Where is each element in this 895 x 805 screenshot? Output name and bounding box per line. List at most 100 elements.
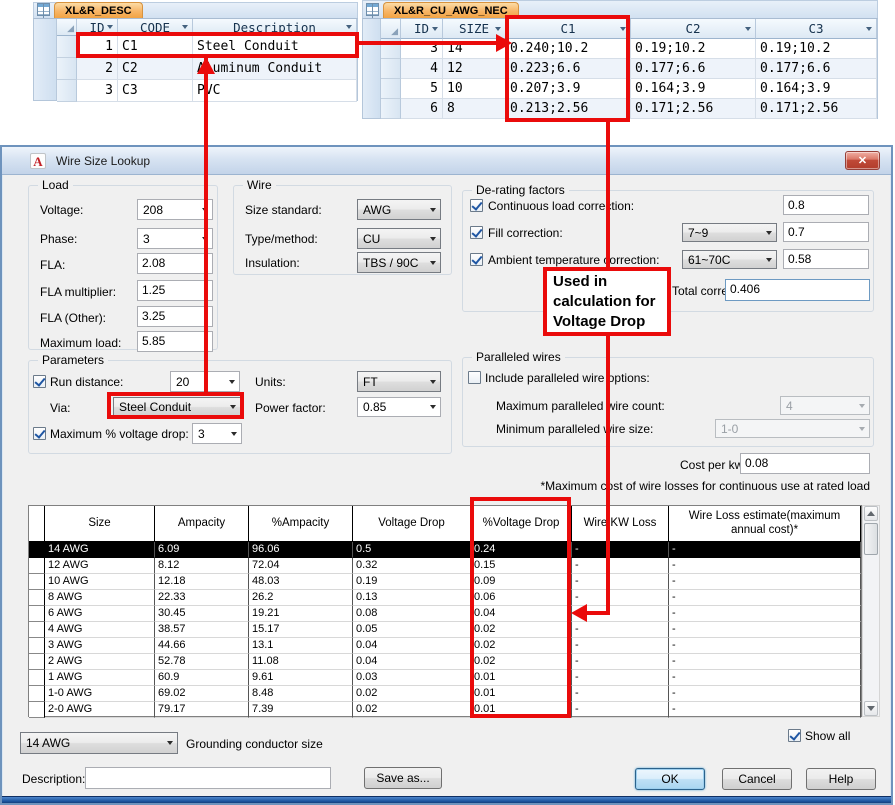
table-row[interactable]: 14 AWG 6.09 96.06 0.5 0.24- - bbox=[29, 542, 861, 558]
select-all-corner[interactable]: ◢ bbox=[57, 19, 77, 36]
cell[interactable]: 0.164;3.9 bbox=[756, 79, 877, 99]
record-selector[interactable] bbox=[381, 59, 401, 79]
continuous-load-field[interactable]: 0.8 bbox=[783, 195, 869, 215]
filter-dropdown-icon[interactable] bbox=[866, 26, 872, 31]
filter-dropdown-icon[interactable] bbox=[107, 25, 113, 29]
column-header-id[interactable]: ID bbox=[401, 19, 443, 39]
help-button[interactable]: Help bbox=[806, 768, 876, 790]
fla-field[interactable]: 2.08 bbox=[137, 253, 213, 274]
chevron-down-icon[interactable] bbox=[761, 224, 776, 241]
cell[interactable]: 3 bbox=[77, 80, 118, 102]
run-distance-checkbox[interactable] bbox=[33, 375, 46, 388]
description-field[interactable] bbox=[85, 767, 331, 789]
cell[interactable]: PVC bbox=[193, 80, 357, 102]
max-voltage-drop-checkbox[interactable] bbox=[33, 427, 46, 440]
row-selector[interactable] bbox=[29, 558, 45, 574]
row-selector[interactable] bbox=[29, 574, 45, 590]
cell[interactable]: 4 bbox=[401, 59, 443, 79]
grid-scrollbar[interactable] bbox=[862, 505, 880, 717]
table-row[interactable]: 1 AWG 60.9 9.61 0.03 0.01- - bbox=[29, 670, 861, 686]
table-row[interactable]: 6 AWG 30.45 19.21 0.08 0.04- - bbox=[29, 606, 861, 622]
filter-dropdown-icon[interactable] bbox=[182, 25, 188, 29]
filter-dropdown-icon[interactable] bbox=[495, 26, 501, 31]
column-header-c2[interactable]: C2 bbox=[631, 19, 756, 39]
cell[interactable]: 0.164;3.9 bbox=[631, 79, 756, 99]
row-selector[interactable] bbox=[29, 670, 45, 686]
total-correction-field[interactable]: 0.406 bbox=[725, 279, 870, 301]
cell[interactable]: 0.177;6.6 bbox=[756, 59, 877, 79]
cell[interactable]: 8 bbox=[443, 99, 506, 119]
row-selector[interactable] bbox=[29, 686, 45, 702]
table-row[interactable]: 10 AWG 12.18 48.03 0.19 0.09- - bbox=[29, 574, 861, 590]
cell[interactable]: 0.19;10.2 bbox=[631, 39, 756, 59]
cell[interactable]: Aluminum Conduit bbox=[193, 58, 357, 80]
row-selector[interactable] bbox=[29, 542, 45, 558]
close-icon[interactable]: ✕ bbox=[845, 151, 880, 170]
chevron-down-icon[interactable] bbox=[425, 372, 440, 391]
cell[interactable]: 0.171;2.56 bbox=[756, 99, 877, 119]
chevron-down-icon[interactable] bbox=[761, 251, 776, 268]
row-selector[interactable] bbox=[29, 590, 45, 606]
save-as-button[interactable]: Save as... bbox=[364, 767, 442, 789]
fill-range-combo[interactable]: 7~9 bbox=[682, 223, 777, 242]
tab-xlr-desc[interactable]: XL&R_DESC bbox=[54, 2, 143, 18]
size-standard-combo[interactable]: AWG bbox=[357, 199, 441, 220]
cell[interactable]: 6 bbox=[401, 99, 443, 119]
filter-dropdown-icon[interactable] bbox=[745, 26, 751, 31]
cell[interactable]: 0.171;2.56 bbox=[631, 99, 756, 119]
cell[interactable]: 2 bbox=[77, 58, 118, 80]
maximum-load-field[interactable]: 5.85 bbox=[137, 331, 213, 352]
table-row[interactable]: 2 AWG 52.78 11.08 0.04 0.02- - bbox=[29, 654, 861, 670]
ambient-temp-field[interactable]: 0.58 bbox=[783, 249, 869, 269]
cancel-button[interactable]: Cancel bbox=[722, 768, 792, 790]
chevron-down-icon[interactable] bbox=[425, 253, 440, 272]
chevron-down-icon[interactable] bbox=[425, 229, 440, 248]
max-voltage-drop-combo[interactable]: 3 bbox=[192, 423, 242, 444]
fla-other-field[interactable]: 3.25 bbox=[137, 306, 213, 327]
record-selector[interactable] bbox=[57, 36, 77, 58]
table-row[interactable]: 8 AWG 22.33 26.2 0.13 0.06- - bbox=[29, 590, 861, 606]
insulation-combo[interactable]: TBS / 90C bbox=[357, 252, 441, 273]
row-selector[interactable] bbox=[29, 638, 45, 654]
record-selector[interactable] bbox=[381, 99, 401, 119]
row-selector[interactable] bbox=[29, 622, 45, 638]
column-header-c3[interactable]: C3 bbox=[756, 19, 877, 39]
cell[interactable]: 0.19;10.2 bbox=[756, 39, 877, 59]
voltage-combo[interactable]: 208 bbox=[137, 199, 213, 220]
cell[interactable]: C2 bbox=[118, 58, 193, 80]
table-row[interactable]: 4 AWG 38.57 15.17 0.05 0.02- - bbox=[29, 622, 861, 638]
filter-dropdown-icon[interactable] bbox=[432, 26, 438, 31]
ok-button[interactable]: OK bbox=[635, 768, 705, 790]
chevron-down-icon[interactable] bbox=[162, 733, 177, 753]
table-row[interactable]: 1-0 AWG 69.02 8.48 0.02 0.01- - bbox=[29, 686, 861, 702]
scroll-up-icon[interactable] bbox=[864, 506, 878, 521]
select-all-corner[interactable]: ◢ bbox=[381, 19, 401, 39]
chevron-down-icon[interactable] bbox=[425, 398, 440, 416]
fill-correction-field[interactable]: 0.7 bbox=[783, 222, 869, 242]
scroll-down-icon[interactable] bbox=[864, 701, 878, 716]
table-row[interactable]: 3 AWG 44.66 13.1 0.04 0.02- - bbox=[29, 638, 861, 654]
cell[interactable]: 5 bbox=[401, 79, 443, 99]
record-selector[interactable] bbox=[57, 80, 77, 102]
filter-dropdown-icon[interactable] bbox=[346, 25, 352, 29]
phase-combo[interactable]: 3 bbox=[137, 228, 213, 249]
continuous-load-checkbox[interactable] bbox=[470, 199, 483, 212]
scrollbar-thumb[interactable] bbox=[864, 523, 878, 555]
dialog-titlebar[interactable]: A Wire Size Lookup ✕ bbox=[2, 147, 891, 175]
grounding-size-combo[interactable]: 14 AWG bbox=[20, 732, 178, 754]
record-selector[interactable] bbox=[57, 58, 77, 80]
power-factor-combo[interactable]: 0.85 bbox=[357, 397, 441, 417]
record-selector[interactable] bbox=[381, 79, 401, 99]
show-all-checkbox[interactable] bbox=[788, 729, 801, 742]
row-selector[interactable] bbox=[29, 606, 45, 622]
row-selector[interactable] bbox=[29, 654, 45, 670]
type-method-combo[interactable]: CU bbox=[357, 228, 441, 249]
include-paralleled-checkbox[interactable] bbox=[468, 371, 481, 384]
table-row[interactable]: 12 AWG 8.12 72.04 0.32 0.15- - bbox=[29, 558, 861, 574]
units-combo[interactable]: FT bbox=[357, 371, 441, 392]
cell[interactable]: C3 bbox=[118, 80, 193, 102]
fla-multiplier-field[interactable]: 1.25 bbox=[137, 280, 213, 301]
fill-correction-checkbox[interactable] bbox=[470, 226, 483, 239]
tab-xlr-cu-awg-nec[interactable]: XL&R_CU_AWG_NEC bbox=[383, 2, 519, 18]
cell[interactable]: 10 bbox=[443, 79, 506, 99]
